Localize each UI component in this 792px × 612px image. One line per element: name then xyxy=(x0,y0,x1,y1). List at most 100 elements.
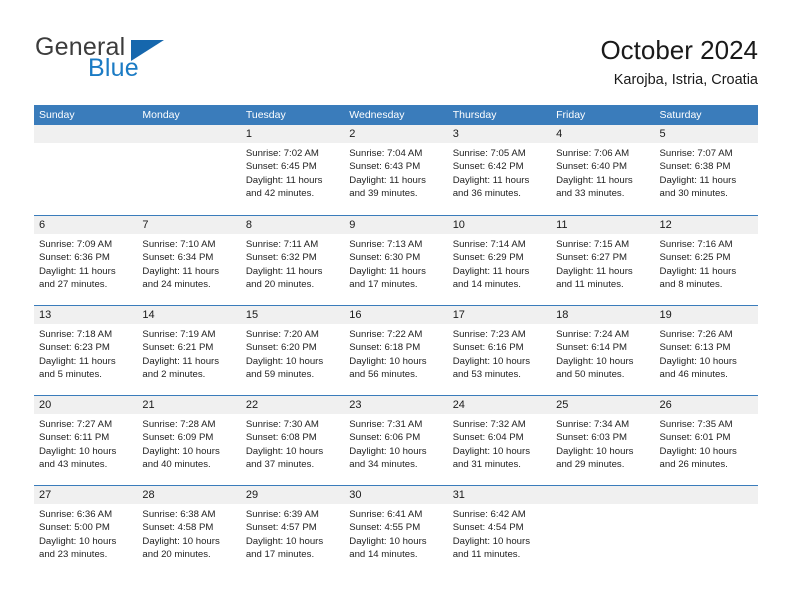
daylight-text-line2: and 34 minutes. xyxy=(349,458,418,470)
sunset-text: Sunset: 6:16 PM xyxy=(452,342,524,354)
daylight-text-line2: and 23 minutes. xyxy=(39,548,108,560)
day-details: Sunrise: 7:30 AM Sunset: 6:08 PM Daylight:… xyxy=(241,414,344,471)
day-cell[interactable]: 23 Sunrise: 7:31 AM Sunset: 6:06 PM Dayligh… xyxy=(344,396,448,485)
day-cell[interactable]: 1 Sunrise: 7:02 AM Sunset: 6:45 PM Daylight… xyxy=(240,125,345,215)
day-cell[interactable]: 27 Sunrise: 6:36 AM Sunset: 5:00 PM Dayligh… xyxy=(34,486,138,575)
day-details: Sunrise: 7:27 AM Sunset: 6:11 PM Daylight:… xyxy=(34,414,137,471)
day-details: Sunrise: 7:05 AM Sunset: 6:42 PM Daylight:… xyxy=(448,143,551,200)
day-cell[interactable]: 11 Sunrise: 7:15 AM Sunset: 6:27 PM Dayligh… xyxy=(551,216,655,305)
daylight-text-line1: Daylight: 10 hours xyxy=(245,535,324,547)
day-cell[interactable]: 9 Sunrise: 7:13 AM Sunset: 6:30 PM Daylight… xyxy=(344,216,448,305)
daylight-text-line1: Daylight: 10 hours xyxy=(245,445,324,457)
sunset-text: Sunset: 6:06 PM xyxy=(349,432,421,444)
day-number: 22 xyxy=(240,396,345,414)
weekday-wednesday: Wednesday xyxy=(349,109,405,121)
daylight-text-line1: Daylight: 10 hours xyxy=(245,355,324,367)
day-cell[interactable]: 30 Sunrise: 6:41 AM Sunset: 4:55 PM Dayligh… xyxy=(344,486,448,575)
day-details: Sunrise: 7:10 AM Sunset: 6:34 PM Daylight:… xyxy=(137,234,240,291)
title-block: October 2024 Karojba, Istria, Croatia xyxy=(600,34,758,90)
sunrise-text: Sunrise: 7:27 AM xyxy=(39,419,113,430)
sunset-text: Sunset: 6:18 PM xyxy=(349,342,421,354)
daylight-text-line1: Daylight: 10 hours xyxy=(349,355,427,367)
day-cell[interactable]: 26 Sunrise: 7:35 AM Sunset: 6:01 PM Dayligh… xyxy=(654,396,758,485)
sunrise-text: Sunrise: 7:11 AM xyxy=(245,239,319,250)
day-details: Sunrise: 7:19 AM Sunset: 6:21 PM Daylight:… xyxy=(137,324,240,381)
sunset-text: Sunset: 6:30 PM xyxy=(349,252,421,264)
daylight-text-line1: Daylight: 11 hours xyxy=(349,174,426,186)
day-cell[interactable]: 24 Sunrise: 7:32 AM Sunset: 6:04 PM Dayligh… xyxy=(447,396,552,485)
day-details: Sunrise: 7:15 AM Sunset: 6:27 PM Daylight:… xyxy=(551,234,654,291)
day-details: Sunrise: 6:36 AM Sunset: 5:00 PM Daylight:… xyxy=(34,504,137,561)
calendar-weeks: 1 Sunrise: 7:02 AM Sunset: 6:45 PM Daylight… xyxy=(34,125,758,575)
sunrise-text: Sunrise: 7:34 AM xyxy=(556,419,630,430)
sunrise-text: Sunrise: 7:04 AM xyxy=(349,148,423,159)
daylight-text-line1: Daylight: 10 hours xyxy=(556,355,634,367)
day-number: 2 xyxy=(344,125,448,143)
day-cell[interactable]: 25 Sunrise: 7:34 AM Sunset: 6:03 PM Dayligh… xyxy=(551,396,655,485)
day-cell[interactable]: 18 Sunrise: 7:24 AM Sunset: 6:14 PM Dayligh… xyxy=(551,306,655,395)
sunrise-text: Sunrise: 6:42 AM xyxy=(452,509,526,520)
day-cell[interactable]: 6 Sunrise: 7:09 AM Sunset: 6:36 PM Daylight… xyxy=(34,216,138,305)
sunset-text: Sunset: 6:27 PM xyxy=(556,252,628,264)
sunrise-text: Sunrise: 7:22 AM xyxy=(349,329,423,340)
day-cell[interactable]: 29 Sunrise: 6:39 AM Sunset: 4:57 PM Dayligh… xyxy=(240,486,345,575)
sunset-text: Sunset: 6:14 PM xyxy=(556,342,628,354)
sunrise-text: Sunrise: 7:35 AM xyxy=(659,419,733,430)
day-details: Sunrise: 6:38 AM Sunset: 4:58 PM Daylight:… xyxy=(137,504,240,561)
day-cell-empty xyxy=(551,486,655,575)
daylight-text-line1: Daylight: 10 hours xyxy=(452,535,531,547)
calendar-week-row: 1 Sunrise: 7:02 AM Sunset: 6:45 PM Daylight… xyxy=(34,125,758,215)
page-header: General Blue October 2024 Karojba, Istri… xyxy=(0,0,792,100)
day-cell[interactable]: 4 Sunrise: 7:06 AM Sunset: 6:40 PM Daylight… xyxy=(551,125,655,215)
daylight-text-line1: Daylight: 11 hours xyxy=(659,174,737,186)
day-number: 12 xyxy=(654,216,758,234)
daylight-text-line1: Daylight: 11 hours xyxy=(556,265,633,277)
day-cell[interactable]: 12 Sunrise: 7:16 AM Sunset: 6:25 PM Dayligh… xyxy=(654,216,758,305)
day-number: 4 xyxy=(551,125,655,143)
weekday-thursday: Thursday xyxy=(452,109,497,121)
day-cell[interactable]: 13 Sunrise: 7:18 AM Sunset: 6:23 PM Dayligh… xyxy=(34,306,138,395)
day-number: 13 xyxy=(34,306,138,324)
day-cell[interactable]: 28 Sunrise: 6:38 AM Sunset: 4:58 PM Dayligh… xyxy=(137,486,241,575)
day-cell[interactable]: 14 Sunrise: 7:19 AM Sunset: 6:21 PM Dayligh… xyxy=(137,306,241,395)
day-cell-empty xyxy=(34,125,138,215)
day-cell[interactable]: 17 Sunrise: 7:23 AM Sunset: 6:16 PM Dayligh… xyxy=(447,306,552,395)
day-details: Sunrise: 7:28 AM Sunset: 6:09 PM Daylight:… xyxy=(137,414,240,471)
sunrise-text: Sunrise: 6:39 AM xyxy=(245,509,319,520)
day-cell[interactable]: 7 Sunrise: 7:10 AM Sunset: 6:34 PM Daylight… xyxy=(137,216,241,305)
weekday-sunday: Sunday xyxy=(39,109,75,121)
sunset-text: Sunset: 6:45 PM xyxy=(245,161,317,173)
daylight-text-line1: Daylight: 10 hours xyxy=(39,535,117,547)
sunrise-text: Sunrise: 7:05 AM xyxy=(452,148,526,159)
day-number: 10 xyxy=(447,216,552,234)
location-subtitle: Karojba, Istria, Croatia xyxy=(613,72,758,88)
day-cell[interactable]: 16 Sunrise: 7:22 AM Sunset: 6:18 PM Dayligh… xyxy=(344,306,448,395)
daylight-text-line1: Daylight: 10 hours xyxy=(659,445,737,457)
day-cell[interactable]: 2 Sunrise: 7:04 AM Sunset: 6:43 PM Daylight… xyxy=(344,125,448,215)
weekday-saturday: Saturday xyxy=(659,109,702,121)
daylight-text-line2: and 59 minutes. xyxy=(245,368,315,380)
day-cell[interactable]: 21 Sunrise: 7:28 AM Sunset: 6:09 PM Dayligh… xyxy=(137,396,241,485)
sunrise-text: Sunrise: 7:20 AM xyxy=(245,329,319,340)
day-details: Sunrise: 7:07 AM Sunset: 6:38 PM Daylight:… xyxy=(655,143,758,200)
day-cell[interactable]: 22 Sunrise: 7:30 AM Sunset: 6:08 PM Dayligh… xyxy=(240,396,345,485)
day-cell[interactable]: 31 Sunrise: 6:42 AM Sunset: 4:54 PM Dayligh… xyxy=(447,486,552,575)
sunset-text: Sunset: 6:04 PM xyxy=(452,432,524,444)
day-cell[interactable]: 5 Sunrise: 7:07 AM Sunset: 6:38 PM Daylight… xyxy=(654,125,758,215)
sunset-text: Sunset: 6:32 PM xyxy=(245,252,317,264)
daylight-text-line1: Daylight: 11 hours xyxy=(349,265,426,277)
sunrise-text: Sunrise: 7:14 AM xyxy=(452,239,526,250)
day-cell[interactable]: 3 Sunrise: 7:05 AM Sunset: 6:42 PM Daylight… xyxy=(447,125,552,215)
daylight-text-line2: and 17 minutes. xyxy=(245,548,315,560)
day-cell[interactable]: 10 Sunrise: 7:14 AM Sunset: 6:29 PM Dayligh… xyxy=(447,216,552,305)
general-blue-logo[interactable]: General Blue xyxy=(35,33,265,85)
weekday-header-row: Sunday Monday Tuesday Wednesday Thursday… xyxy=(34,105,758,125)
day-cell[interactable]: 20 Sunrise: 7:27 AM Sunset: 6:11 PM Dayligh… xyxy=(34,396,138,485)
calendar-week-row: 20 Sunrise: 7:27 AM Sunset: 6:11 PM Dayligh… xyxy=(34,395,758,485)
day-cell[interactable]: 8 Sunrise: 7:11 AM Sunset: 6:32 PM Daylight… xyxy=(240,216,345,305)
sunset-text: Sunset: 5:00 PM xyxy=(39,522,110,534)
day-cell[interactable]: 19 Sunrise: 7:26 AM Sunset: 6:13 PM Dayligh… xyxy=(654,306,758,395)
weekday-monday: Monday xyxy=(142,109,180,121)
sunset-text: Sunset: 6:29 PM xyxy=(452,252,524,264)
day-cell[interactable]: 15 Sunrise: 7:20 AM Sunset: 6:20 PM Dayligh… xyxy=(240,306,345,395)
